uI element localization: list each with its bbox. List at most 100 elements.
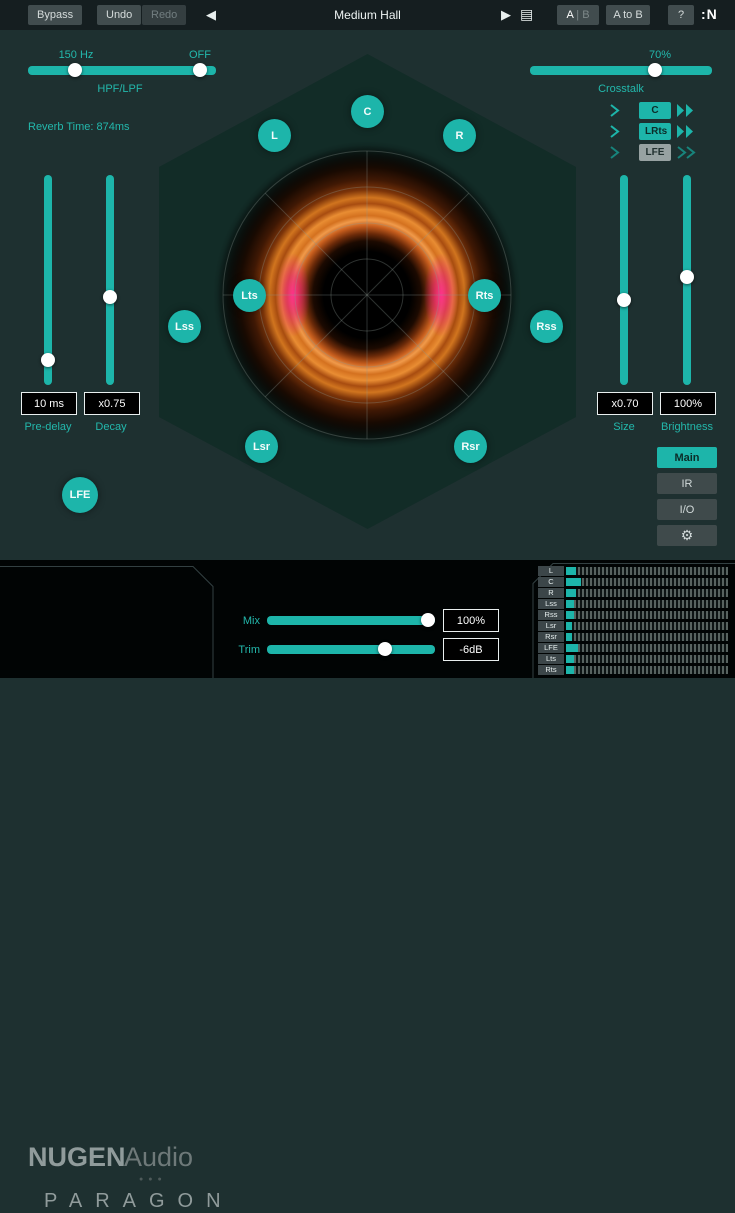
brand-audio: Audio	[124, 1142, 193, 1173]
meter-bar	[566, 589, 728, 597]
mix-slider[interactable]	[267, 616, 435, 625]
crosstalk-handle[interactable]	[648, 63, 662, 77]
mix-handle[interactable]	[421, 613, 435, 627]
meter-bar	[566, 578, 728, 586]
meter-bar	[566, 644, 728, 652]
decay-handle[interactable]	[103, 290, 117, 304]
help-button[interactable]: ?	[668, 5, 694, 25]
channel-node-lfe[interactable]: LFE	[62, 477, 98, 513]
crosstalk-label: Crosstalk	[580, 83, 662, 95]
meter-bar	[566, 633, 728, 641]
brightness-label: Brightness	[653, 421, 721, 433]
meter-row: Rts	[538, 665, 728, 675]
routing-lrts-button[interactable]: LRts	[639, 123, 671, 140]
size-slider[interactable]	[620, 175, 628, 385]
meter-channel-label: LFE	[538, 643, 564, 653]
meter-row: Lsr	[538, 621, 728, 631]
routing-in-chevron-icon[interactable]	[608, 145, 622, 165]
meter-channel-label: Lss	[538, 599, 564, 609]
size-handle[interactable]	[617, 293, 631, 307]
meter-bar	[566, 611, 728, 619]
channel-node-rsr[interactable]: Rsr	[454, 430, 487, 463]
hpf-handle[interactable]	[68, 63, 82, 77]
routing-out-chevron-icon[interactable]	[676, 124, 698, 144]
meter-level-fill	[566, 622, 572, 630]
preset-list-icon[interactable]: ▤	[520, 6, 533, 23]
channel-node-lsr[interactable]: Lsr	[245, 430, 278, 463]
routing-in-chevron-icon[interactable]	[608, 124, 622, 144]
meter-channel-label: L	[538, 566, 564, 576]
meter-level-fill	[566, 567, 576, 575]
footer-bar: NUGEN Audio ●●● PARAGON Mix 100% Trim -6…	[0, 560, 735, 678]
size-label: Size	[597, 421, 651, 433]
trim-value[interactable]: -6dB	[443, 638, 499, 661]
mix-value[interactable]: 100%	[443, 609, 499, 632]
reverb-time-readout: Reverb Time: 874ms	[28, 121, 168, 133]
ab-inactive-label: B	[582, 9, 589, 21]
next-preset-icon[interactable]: ▶	[501, 7, 511, 23]
size-value[interactable]: x0.70	[597, 392, 653, 415]
preset-name[interactable]: Medium Hall	[334, 8, 401, 22]
a-to-b-button[interactable]: A to B	[606, 5, 650, 25]
meter-row: L	[538, 566, 728, 576]
meter-row: R	[538, 588, 728, 598]
main-tab-button[interactable]: Main	[657, 447, 717, 468]
brand-nugen: NUGEN	[28, 1142, 126, 1173]
ir-tab-button[interactable]: IR	[657, 473, 717, 494]
brand-dots: ●●●	[139, 1176, 167, 1183]
meter-channel-label: Rss	[538, 610, 564, 620]
brightness-value[interactable]: 100%	[660, 392, 716, 415]
mix-label: Mix	[226, 615, 260, 627]
meter-bar	[566, 622, 728, 630]
decay-value[interactable]: x0.75	[84, 392, 140, 415]
channel-node-rss[interactable]: Rss	[530, 310, 563, 343]
predelay-value[interactable]: 10 ms	[21, 392, 77, 415]
decay-label: Decay	[84, 421, 138, 433]
prev-preset-icon[interactable]: ◀	[206, 7, 216, 23]
routing-lfe-button[interactable]: LFE	[639, 144, 671, 161]
meter-row: Lts	[538, 654, 728, 664]
undo-button[interactable]: Undo	[97, 5, 141, 25]
hpf-value-label: 150 Hz	[50, 49, 102, 61]
channel-node-lts[interactable]: Lts	[233, 279, 266, 312]
meter-bar	[566, 600, 728, 608]
predelay-label: Pre-delay	[14, 421, 82, 433]
channel-node-l[interactable]: L	[258, 119, 291, 152]
routing-out-chevron-icon[interactable]	[676, 103, 698, 123]
routing-c-button[interactable]: C	[639, 102, 671, 119]
channel-node-lss[interactable]: Lss	[168, 310, 201, 343]
routing-in-chevron-icon[interactable]	[608, 103, 622, 123]
paragon-plugin-window: { "titlebar": { "bypass": "Bypass", "und…	[0, 0, 735, 678]
predelay-handle[interactable]	[41, 353, 55, 367]
meter-level-fill	[566, 666, 574, 674]
ab-divider: |	[573, 9, 582, 21]
meter-level-fill	[566, 589, 576, 597]
trim-handle[interactable]	[378, 642, 392, 656]
meter-bar	[566, 655, 728, 663]
meter-channel-label: R	[538, 588, 564, 598]
io-tab-button[interactable]: I/O	[657, 499, 717, 520]
channel-node-rts[interactable]: Rts	[468, 279, 501, 312]
meter-list: LCRLssRssLsrRsrLFELtsRts	[538, 566, 728, 676]
meter-row: Rsr	[538, 632, 728, 642]
channel-node-r[interactable]: R	[443, 119, 476, 152]
meter-level-fill	[566, 611, 574, 619]
settings-gear-icon[interactable]: ⚙	[657, 525, 717, 546]
product-name: PARAGON	[44, 1190, 234, 1213]
meter-row: LFE	[538, 643, 728, 653]
ab-compare-button[interactable]: A | B	[557, 5, 599, 25]
brightness-handle[interactable]	[680, 270, 694, 284]
routing-out-chevron-icon[interactable]	[676, 145, 698, 165]
redo-button[interactable]: Redo	[142, 5, 186, 25]
decay-slider[interactable]	[106, 175, 114, 385]
meter-row: Rss	[538, 610, 728, 620]
meter-channel-label: C	[538, 577, 564, 587]
hpf-lpf-label: HPF/LPF	[70, 83, 170, 95]
bypass-button[interactable]: Bypass	[28, 5, 82, 25]
meter-channel-label: Rts	[538, 665, 564, 675]
nugen-logo-icon: :N	[701, 6, 718, 22]
trim-label: Trim	[226, 644, 260, 656]
trim-slider[interactable]	[267, 645, 435, 654]
channel-node-c[interactable]: C	[351, 95, 384, 128]
meter-row: C	[538, 577, 728, 587]
